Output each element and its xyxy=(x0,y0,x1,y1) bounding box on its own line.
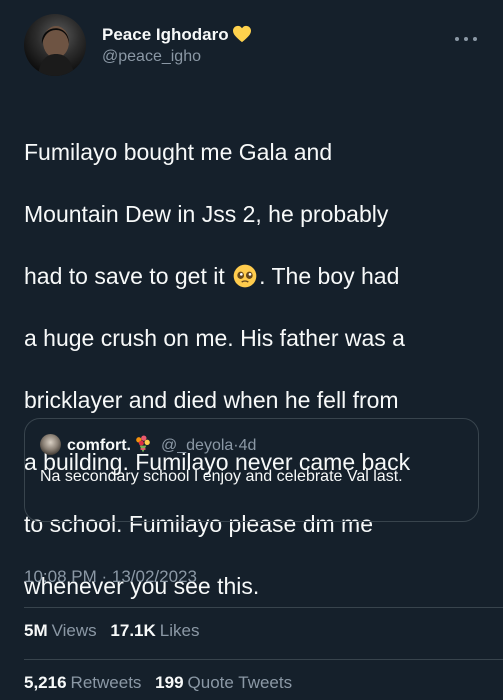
quoted-author-avatar xyxy=(40,434,61,455)
likes-stat[interactable]: 17.1K Likes xyxy=(110,620,199,642)
tweet-text-line: Fumilayo bought me Gala and xyxy=(24,139,333,165)
retweets-count: 5,216 xyxy=(24,673,67,692)
tweet-text-line: Mountain Dew in Jss 2, he probably xyxy=(24,201,389,227)
quote-tweets-stat[interactable]: 199 Quote Tweets xyxy=(155,672,292,694)
quoted-tweet[interactable]: comfort. @_deyola·4d Na secondary school … xyxy=(24,418,479,522)
retweets-row: 5,216 Retweets 199 Quote Tweets xyxy=(24,672,301,694)
views-label: Views xyxy=(51,621,97,640)
yellow-heart-icon xyxy=(232,25,251,43)
quoted-tweet-header: comfort. @_deyola·4d xyxy=(40,434,256,456)
divider xyxy=(24,659,503,660)
tweet-text-segment: . The boy had xyxy=(259,263,400,289)
retweets-stat[interactable]: 5,216 Retweets xyxy=(24,672,141,694)
quoted-time: 4d xyxy=(238,437,257,454)
bouquet-icon xyxy=(136,435,150,453)
author-username[interactable]: @peace_igho xyxy=(102,47,252,67)
tweet-card: Peace Ighodaro @peace_igho Fumilayo boug… xyxy=(0,0,503,700)
views-stat[interactable]: 5M Views xyxy=(24,620,97,642)
likes-label: Likes xyxy=(159,621,200,640)
views-count: 5M xyxy=(24,621,48,640)
author-names: Peace Ighodaro @peace_igho xyxy=(102,25,252,67)
likes-count: 17.1K xyxy=(110,621,156,640)
author-avatar[interactable] xyxy=(24,14,86,76)
tweet-text: Fumilayo bought me Gala and Mountain Dew… xyxy=(24,106,484,633)
quoted-tweet-text: Na secondary school I enjoy and celebrat… xyxy=(40,468,403,485)
author-display-name[interactable]: Peace Ighodaro xyxy=(102,25,229,45)
tweet-text-segment: had to save to get it xyxy=(24,263,225,289)
tweet-timestamp[interactable]: 10:08 PM · 13/02/2023 xyxy=(24,566,197,588)
retweets-label: Retweets xyxy=(70,673,142,692)
tweet-text-line-with-emoji: had to save to get it . The boy had xyxy=(24,261,484,292)
quote-tweets-count: 199 xyxy=(155,673,184,692)
quoted-author-name: comfort. xyxy=(67,437,131,454)
tweet-text-line: bricklayer and died when he fell from xyxy=(24,387,399,413)
views-likes-row: 5M Views 17.1K Likes xyxy=(24,620,208,642)
quote-tweets-label: Quote Tweets xyxy=(187,673,293,692)
author-avatar-image xyxy=(38,26,74,76)
pleading-face-icon xyxy=(233,264,257,288)
tweet-text-line: a huge crush on me. His father was a xyxy=(24,325,405,351)
divider xyxy=(24,607,503,608)
tweet-header: Peace Ighodaro @peace_igho xyxy=(24,14,479,78)
quoted-author-handle: @_deyola xyxy=(161,437,234,454)
more-options-icon[interactable] xyxy=(453,32,479,46)
